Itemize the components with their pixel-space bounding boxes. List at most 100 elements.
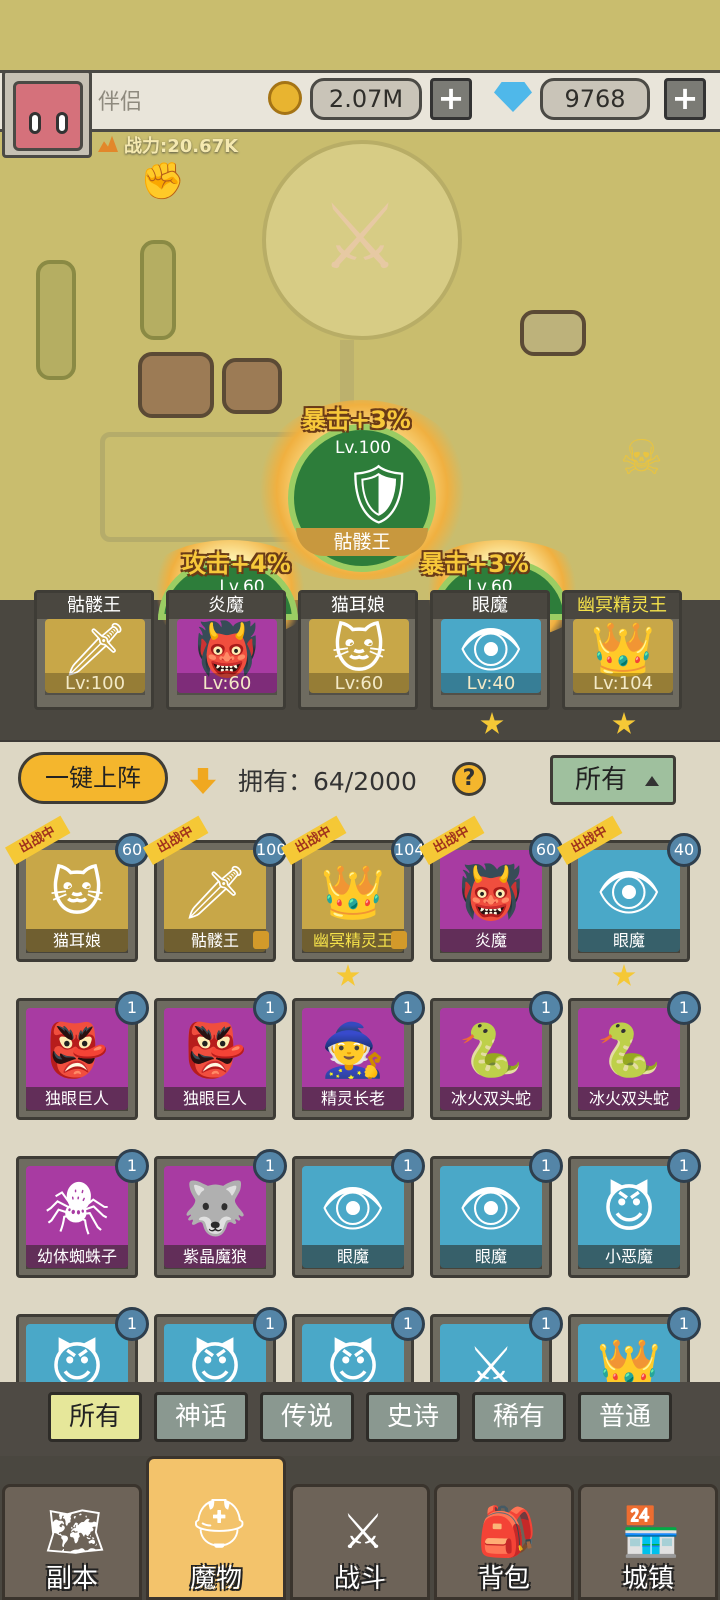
tab-rare[interactable]: 稀有 bbox=[472, 1392, 566, 1442]
level-badge: 1 bbox=[253, 991, 287, 1025]
slot-level: Lv:60 bbox=[309, 673, 409, 695]
slot-name: 幽冥精灵王 bbox=[565, 593, 679, 619]
level-badge: 1 bbox=[115, 991, 149, 1025]
nav-town[interactable]: 🏪 城镇 bbox=[578, 1484, 718, 1600]
filter-label: 所有 bbox=[575, 765, 628, 795]
tab-common[interactable]: 普通 bbox=[578, 1392, 672, 1442]
crit-bonus-label: 暴击+3% bbox=[420, 550, 529, 578]
card-name: 炎魔 bbox=[440, 929, 542, 953]
cactus-decoration bbox=[36, 260, 76, 380]
monster-card[interactable]: 🐺 紫晶魔狼 1 bbox=[154, 1149, 287, 1278]
monster-card[interactable]: ⚔ 1 bbox=[430, 1307, 563, 1382]
card-name: 眼魔 bbox=[302, 1245, 404, 1269]
nav-dungeon[interactable]: 🗺 副本 bbox=[2, 1484, 142, 1600]
card-name: 独眼巨人 bbox=[26, 1087, 128, 1111]
card-name: 眼魔 bbox=[440, 1245, 542, 1269]
owned-count: 拥有：64/2000 bbox=[238, 767, 417, 796]
golden-beast-icon: 👑 bbox=[578, 1324, 680, 1382]
formation-slot-4[interactable]: 眼魔 👁 Lv:40 bbox=[430, 590, 550, 710]
level-badge: 1 bbox=[115, 1149, 149, 1183]
monster-card[interactable]: 👁 眼魔 出战中 40 bbox=[557, 815, 701, 962]
monster-card[interactable]: 🧙 精灵长老 1 bbox=[292, 991, 425, 1120]
level-badge: 40 bbox=[667, 833, 701, 867]
tab-all[interactable]: 所有 bbox=[48, 1392, 142, 1442]
formation-slot-1[interactable]: 骷髅王 🗡 Lv:100 bbox=[34, 590, 154, 710]
level-badge: 1 bbox=[391, 991, 425, 1025]
nav-label: 背包 bbox=[477, 1564, 530, 1594]
card-name: 冰火双头蛇 bbox=[578, 1087, 680, 1111]
monster-card[interactable]: 😈 小恶魔 1 bbox=[568, 1149, 701, 1278]
level-badge: 1 bbox=[253, 1149, 287, 1183]
card-name: 幽冥精灵王 bbox=[302, 929, 404, 953]
tab-mythic[interactable]: 神话 bbox=[154, 1392, 248, 1442]
monster-card[interactable]: 👹 炎魔 出战中 60 bbox=[419, 815, 563, 962]
imp-icon: 😈 bbox=[302, 1324, 404, 1382]
circle-name: 骷髅王 bbox=[296, 528, 428, 556]
fist-icon: ✊ bbox=[140, 161, 185, 202]
level-badge: 1 bbox=[391, 1149, 425, 1183]
attack-bonus-label: 攻击+4% bbox=[182, 550, 291, 578]
formation-slot-3[interactable]: 猫耳娘 🐱 Lv:60 bbox=[298, 590, 418, 710]
rock-decoration bbox=[222, 358, 282, 414]
level-badge: 1 bbox=[529, 991, 563, 1025]
imp-icon: 😈 bbox=[26, 1324, 128, 1382]
monster-card[interactable]: 👺 独眼巨人 1 bbox=[16, 991, 149, 1120]
slot-level: Lv:60 bbox=[177, 673, 277, 695]
monster-card[interactable]: 🕷 幼体蜘蛛子 1 bbox=[16, 1149, 149, 1278]
formation-slot-5[interactable]: 幽冥精灵王 👑 Lv:104 bbox=[562, 590, 682, 710]
level-badge: 1 bbox=[253, 1307, 287, 1341]
add-gems-button[interactable]: + bbox=[664, 78, 706, 120]
monster-card[interactable]: 🐍 冰火双头蛇 1 bbox=[568, 991, 701, 1120]
avatar-eye bbox=[29, 112, 41, 134]
nav-monsters[interactable]: ⛑ 魔物 bbox=[146, 1456, 286, 1600]
avatar[interactable] bbox=[2, 70, 92, 158]
lock-icon bbox=[391, 931, 407, 949]
slot-name: 猫耳娘 bbox=[301, 593, 415, 619]
monster-card[interactable]: 👺 独眼巨人 1 bbox=[154, 991, 287, 1120]
monster-card[interactable]: 🐍 冰火双头蛇 1 bbox=[430, 991, 563, 1120]
crossed-swords-icon: ⚔ bbox=[319, 185, 401, 290]
level-badge: 1 bbox=[391, 1307, 425, 1341]
warrior-icon: ⚔ bbox=[440, 1324, 542, 1382]
player-name: 伴侣 bbox=[98, 90, 143, 115]
card-name: 眼魔 bbox=[578, 929, 680, 953]
level-badge: 1 bbox=[667, 1149, 701, 1183]
slot-name: 炎魔 bbox=[169, 593, 283, 619]
add-gold-button[interactable]: + bbox=[430, 78, 472, 120]
slot-level: Lv:104 bbox=[573, 673, 673, 695]
help-button[interactable]: ? bbox=[452, 762, 486, 796]
level-badge: 1 bbox=[529, 1307, 563, 1341]
crit-bonus-label: 暴击+3% bbox=[302, 406, 411, 434]
monster-card[interactable]: 👁 眼魔 1 bbox=[430, 1149, 563, 1278]
card-name: 紫晶魔狼 bbox=[164, 1245, 266, 1269]
monster-card[interactable]: 👁 眼魔 1 bbox=[292, 1149, 425, 1278]
cactus-decoration bbox=[140, 240, 176, 340]
level-badge: 1 bbox=[667, 991, 701, 1025]
monster-card[interactable]: 👑 幽冥精灵王 出战中 104 bbox=[281, 815, 425, 962]
backpack-icon: 🎒 bbox=[477, 1504, 537, 1560]
nav-battle[interactable]: ⚔ 战斗 bbox=[290, 1484, 430, 1600]
monster-grid: 🐱 猫耳娘 出战中 60 🗡 骷髅王 出战中 100 👑 幽冥精灵王 出战中 104 👹 炎魔 出战中… bbox=[0, 812, 720, 1382]
monster-card[interactable]: 🗡 骷髅王 出战中 100 bbox=[143, 815, 287, 962]
monster-card[interactable]: 😈 1 bbox=[154, 1307, 287, 1382]
lock-icon bbox=[253, 931, 269, 949]
filter-dropdown[interactable]: 所有 bbox=[550, 755, 676, 805]
nav-label: 战斗 bbox=[333, 1564, 386, 1594]
card-name: 独眼巨人 bbox=[164, 1087, 266, 1111]
monster-card[interactable]: 🐱 猫耳娘 出战中 60 bbox=[5, 815, 149, 962]
monster-card[interactable]: 😈 1 bbox=[292, 1307, 425, 1382]
formation-slot-2[interactable]: 炎魔 👹 Lv:60 bbox=[166, 590, 286, 710]
avatar-eye bbox=[56, 112, 68, 134]
slot-level: Lv:100 bbox=[45, 673, 145, 695]
star-icon bbox=[612, 964, 636, 986]
circle-level: Lv.100 bbox=[334, 438, 392, 458]
auto-deploy-button[interactable]: 一键上阵 bbox=[18, 752, 168, 804]
skeleton-king-icon: 🛡 bbox=[342, 460, 416, 528]
nav-backpack[interactable]: 🎒 背包 bbox=[434, 1484, 574, 1600]
monster-card[interactable]: 👑 1 bbox=[568, 1307, 701, 1382]
card-name: 猫耳娘 bbox=[26, 929, 128, 953]
level-badge: 1 bbox=[115, 1307, 149, 1341]
tab-epic[interactable]: 史诗 bbox=[366, 1392, 460, 1442]
monster-card[interactable]: 😈 1 bbox=[16, 1307, 149, 1382]
tab-legendary[interactable]: 传说 bbox=[260, 1392, 354, 1442]
